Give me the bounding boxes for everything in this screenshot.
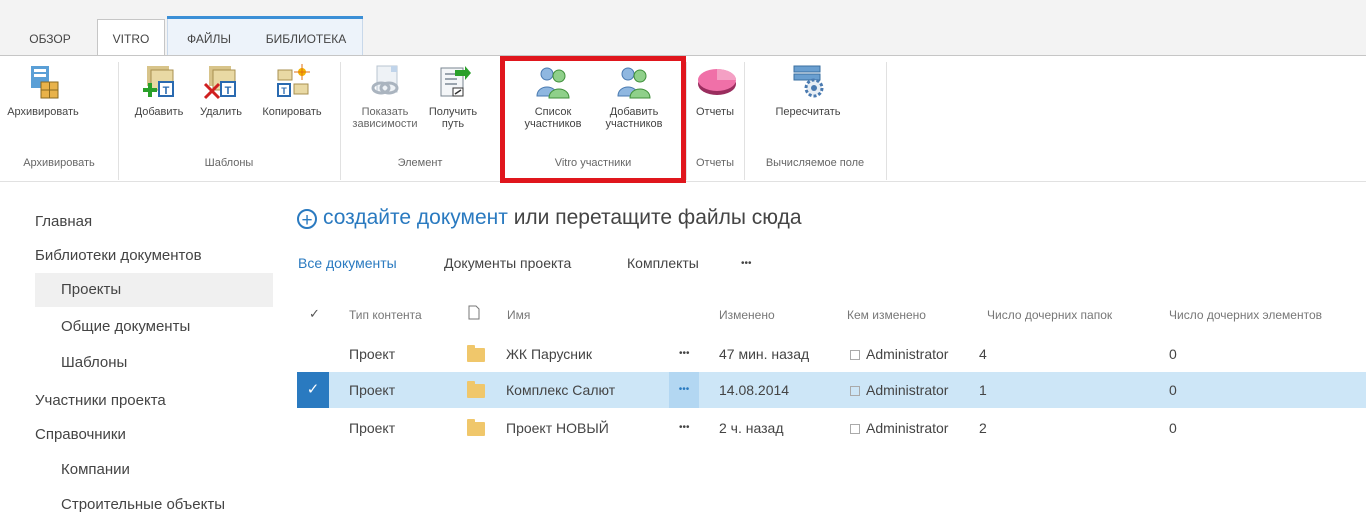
group-label-archive: Архивировать	[23, 157, 95, 169]
group-label-calculated-field: Вычисляемое поле	[765, 157, 865, 169]
tab-library[interactable]: БИБЛИОТЕКА	[250, 20, 362, 55]
row-modified-by-name: Administrator	[866, 382, 949, 398]
archive-button[interactable]: Архивировать	[2, 62, 84, 140]
add-circle-icon[interactable]: +	[297, 209, 317, 230]
nav-project-participants[interactable]: Участники проекта	[35, 384, 273, 418]
row-name-link[interactable]: Комплекс Салют	[506, 372, 615, 408]
show-dependencies-button[interactable]: Показать зависимости	[350, 62, 420, 140]
row-subitems: 0	[1169, 346, 1177, 362]
row-subfolders: 1	[979, 382, 987, 398]
row-select-checkbox[interactable]: ✓	[297, 372, 329, 408]
nav-templates[interactable]: Шаблоны	[61, 346, 273, 380]
views-more-button[interactable]: •••	[741, 258, 752, 269]
row-subfolders: 4	[979, 346, 987, 362]
folder-icon	[467, 345, 485, 362]
group-label-element: Элемент	[397, 157, 443, 169]
nav-home[interactable]: Главная	[35, 205, 273, 239]
row-modified: 47 мин. назад	[719, 346, 810, 362]
nav-projects[interactable]: Проекты	[35, 273, 273, 307]
column-subfolders[interactable]: Число дочерних папок	[987, 308, 1112, 322]
tab-overview[interactable]: ОБЗОР	[10, 20, 90, 55]
copy-template-icon: T	[274, 64, 310, 100]
table-row[interactable]: Проект Проект НОВЫЙ ••• 2 ч. назад Admin…	[297, 410, 1366, 446]
presence-icon	[850, 350, 860, 360]
reports-button[interactable]: Отчеты	[690, 62, 740, 140]
svg-text:T: T	[281, 86, 287, 96]
row-content-type: Проект	[349, 346, 396, 362]
column-modified-by[interactable]: Кем изменено	[847, 308, 926, 322]
delete-template-label: Удалить	[200, 106, 242, 118]
get-path-label: Получить путь	[428, 106, 478, 130]
row-modified-by-name: Administrator	[866, 346, 949, 362]
copy-template-button[interactable]: T Копировать	[252, 62, 332, 140]
row-menu-button[interactable]: •••	[679, 336, 690, 372]
column-name[interactable]: Имя	[507, 308, 530, 322]
row-modified: 14.08.2014	[719, 382, 790, 398]
row-subitems: 0	[1169, 420, 1177, 436]
row-modified-by[interactable]: Administrator	[850, 410, 948, 446]
nav-document-libraries[interactable]: Библиотеки документов	[35, 239, 273, 273]
column-content-type[interactable]: Тип контента	[349, 308, 422, 322]
row-menu-button[interactable]: •••	[679, 410, 690, 446]
row-name-link[interactable]: Проект НОВЫЙ	[506, 410, 609, 446]
folder-icon	[467, 419, 485, 436]
svg-text:T: T	[225, 85, 232, 97]
archive-label: Архивировать	[7, 106, 79, 118]
nav-references[interactable]: Справочники	[35, 418, 273, 452]
svg-text:T: T	[163, 85, 170, 97]
dependencies-icon	[367, 64, 403, 100]
nav-construction-objects[interactable]: Строительные объекты	[61, 488, 273, 522]
copy-template-label: Копировать	[262, 106, 322, 118]
view-project-documents[interactable]: Документы проекта	[444, 255, 571, 271]
table-row[interactable]: Проект ЖК Парусник ••• 47 мин. назад Adm…	[297, 336, 1366, 372]
row-subitems: 0	[1169, 382, 1177, 398]
show-dependencies-label: Показать зависимости	[352, 106, 418, 130]
select-all-check[interactable]: ✓	[309, 306, 320, 322]
view-all-documents[interactable]: Все документы	[298, 255, 397, 271]
get-path-button[interactable]: Получить путь	[422, 62, 484, 140]
group-separator	[886, 62, 887, 180]
recalculate-button[interactable]: Пересчитать	[758, 62, 858, 140]
add-template-label: Добавить	[134, 106, 184, 118]
row-name-link[interactable]: ЖК Парусник	[506, 336, 592, 372]
row-modified-by[interactable]: Administrator	[850, 336, 948, 372]
delete-template-button[interactable]: T Удалить	[190, 62, 252, 140]
tab-vitro[interactable]: VITRO	[97, 19, 165, 56]
highlight-box	[500, 56, 686, 183]
tab-files[interactable]: ФАЙЛЫ	[168, 20, 250, 55]
nav-shared-documents[interactable]: Общие документы	[61, 310, 273, 344]
row-modified-by-name: Administrator	[866, 420, 949, 436]
folder-icon	[467, 381, 485, 398]
row-menu-button[interactable]: •••	[669, 372, 699, 408]
delete-template-icon: T	[203, 64, 239, 100]
table-row-selected[interactable]: Проект Комплекс Салют ••• 14.08.2014 Adm…	[297, 372, 1366, 408]
add-template-button[interactable]: T Добавить	[128, 62, 190, 140]
row-content-type: Проект	[349, 420, 396, 436]
row-modified: 2 ч. назад	[719, 420, 784, 436]
drag-files-hint: или перетащите файлы сюда	[507, 206, 802, 229]
presence-icon	[850, 386, 860, 396]
nav-companies[interactable]: Компании	[61, 453, 273, 487]
new-document-prompt: + создайте документ или перетащите файлы …	[297, 206, 802, 230]
presence-icon	[850, 424, 860, 434]
row-subfolders: 2	[979, 420, 987, 436]
reports-label: Отчеты	[695, 106, 735, 118]
row-content-type: Проект	[349, 382, 396, 398]
recalculate-label: Пересчитать	[775, 106, 841, 118]
file-type-icon	[468, 305, 480, 323]
group-label-reports: Отчеты	[695, 157, 735, 169]
column-subitems[interactable]: Число дочерних элементов	[1169, 308, 1322, 322]
get-path-icon	[435, 64, 471, 100]
add-template-icon: T	[141, 64, 177, 100]
library-tools-accent	[167, 16, 363, 19]
pie-chart-icon	[697, 64, 736, 100]
row-modified-by[interactable]: Administrator	[850, 372, 948, 408]
group-label-templates: Шаблоны	[204, 157, 254, 169]
column-modified[interactable]: Изменено	[719, 308, 775, 322]
archive-icon	[25, 64, 61, 100]
view-kits[interactable]: Комплекты	[627, 255, 699, 271]
new-document-link[interactable]: создайте документ	[323, 206, 508, 229]
recalculate-icon	[790, 64, 826, 100]
